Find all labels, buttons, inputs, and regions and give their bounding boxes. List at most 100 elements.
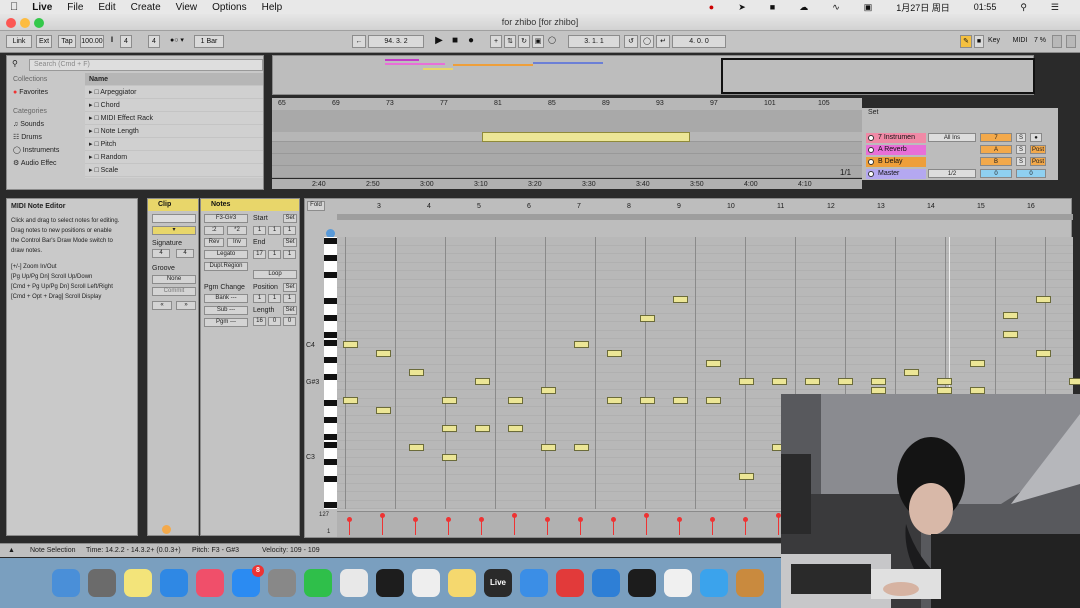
list-item[interactable]: ▸ □ Arpeggiator (85, 86, 263, 99)
track-lane[interactable] (272, 156, 862, 166)
midi-note[interactable] (475, 425, 490, 432)
metronome-icon[interactable]: ●○ ▾ (166, 35, 188, 48)
velocity-marker[interactable] (413, 517, 418, 535)
clock-text[interactable]: 01:55 (974, 2, 997, 12)
loop-start-field[interactable]: 3. 1. 1 (568, 35, 620, 48)
midi-note[interactable] (805, 378, 820, 385)
velocity-handle[interactable] (347, 517, 352, 522)
settings-icon[interactable] (268, 569, 296, 597)
velocity-marker[interactable] (743, 517, 748, 535)
duplicate-region-button[interactable]: Dupl.Region (204, 262, 248, 271)
baidu-icon[interactable] (592, 569, 620, 597)
arrangement-overview[interactable] (272, 55, 1035, 95)
menu-edit[interactable]: Edit (98, 2, 115, 13)
midi-note[interactable] (706, 397, 721, 404)
track-master[interactable]: Master 1/2 0 0 (862, 168, 1058, 179)
record-icon[interactable]: ● (464, 35, 478, 48)
track-title[interactable]: A Reverb (866, 145, 926, 155)
live-icon[interactable]: Live (484, 569, 512, 597)
capture-icon[interactable]: ▣ (532, 35, 544, 48)
reverse-button[interactable]: Rev (204, 238, 224, 247)
track-lane[interactable] (272, 144, 862, 154)
black-key[interactable] (324, 442, 337, 448)
position-sixteenth[interactable]: 1 (283, 294, 296, 303)
black-key[interactable] (324, 331, 337, 338)
list-item[interactable]: ▸ □ Pitch (85, 138, 263, 151)
midi-note[interactable] (772, 378, 787, 385)
menu-options[interactable]: Options (212, 2, 246, 13)
solo-button[interactable]: S (1016, 157, 1026, 166)
start-sixteenth[interactable]: 1 (283, 226, 296, 235)
velocity-marker[interactable] (677, 517, 682, 535)
follow-icon[interactable]: ← (352, 35, 366, 48)
black-key[interactable] (324, 297, 337, 304)
midi-note[interactable] (904, 369, 919, 376)
status-app-icon[interactable]: ● (709, 2, 714, 12)
midi-clip[interactable] (482, 132, 690, 142)
qq-icon[interactable] (376, 569, 404, 597)
search-icon[interactable]: ⚲ (12, 59, 24, 71)
black-key[interactable] (324, 238, 337, 244)
velocity-handle[interactable] (413, 517, 418, 522)
name-column-header[interactable]: Name (85, 73, 263, 86)
bird-icon[interactable] (520, 569, 548, 597)
groove-select[interactable]: None (152, 275, 196, 284)
black-key[interactable] (324, 459, 337, 465)
midi-note[interactable] (838, 378, 853, 385)
return-letter[interactable]: B (980, 157, 1012, 166)
stop-icon[interactable]: ■ (770, 2, 775, 12)
midi-note[interactable] (1003, 331, 1018, 338)
velocity-handle[interactable] (512, 513, 517, 518)
velocity-handle[interactable] (578, 517, 583, 522)
velocity-marker[interactable] (611, 517, 616, 535)
black-key[interactable] (324, 255, 337, 261)
clip-sig-den[interactable]: 4 (176, 249, 194, 258)
apple-icon[interactable]:  (10, 1, 18, 13)
velocity-marker[interactable] (479, 517, 484, 535)
midi-note[interactable] (937, 378, 952, 385)
menu-view[interactable]: View (176, 2, 198, 13)
black-key[interactable] (324, 416, 337, 423)
solo-button[interactable]: S (1016, 145, 1026, 154)
midi-note[interactable] (343, 397, 358, 404)
track-7-instrument[interactable]: 7 Instrumen All Ins 7 S ● (862, 132, 1058, 143)
legato-button[interactable]: Legato (204, 250, 248, 259)
midi-note[interactable] (475, 378, 490, 385)
midi-note[interactable] (508, 397, 523, 404)
appstore-icon[interactable]: 8 (232, 565, 264, 597)
track-activator-icon[interactable] (868, 135, 874, 141)
black-key[interactable] (324, 314, 337, 321)
finder-icon[interactable] (52, 569, 80, 597)
tap-button[interactable]: Tap (58, 35, 76, 48)
session-icon[interactable]: ◯ (546, 35, 558, 48)
note-range[interactable]: F3-G#3 (204, 214, 248, 223)
piano-keyboard[interactable] (324, 237, 337, 509)
menu-create[interactable]: Create (131, 2, 161, 13)
black-key[interactable] (324, 399, 337, 406)
multiply-2-button[interactable]: *2 (227, 226, 247, 235)
menu-help[interactable]: Help (262, 2, 283, 13)
overdub-icon[interactable]: + (490, 35, 502, 48)
key-map-button[interactable]: Key (986, 35, 1002, 48)
midi-note[interactable] (409, 369, 424, 376)
track-a-reverb[interactable]: A Reverb A S Post (862, 144, 1058, 155)
end-set-button[interactable]: Set (283, 238, 297, 247)
velocity-marker[interactable] (578, 517, 583, 535)
key-map-icon[interactable]: ■ (974, 35, 984, 48)
browser-search-input[interactable]: Search (Cmd + F) (29, 59, 263, 71)
wechat-icon[interactable] (304, 569, 332, 597)
quantize-menu[interactable]: 1 Bar (194, 35, 224, 48)
piano-roll-ruler[interactable]: 3 4 5 6 7 8 9 10 11 12 13 14 15 16 (337, 202, 1073, 212)
list-item[interactable]: ▸ □ Chord (85, 99, 263, 112)
midi-note[interactable] (376, 350, 391, 357)
loop-brace[interactable] (337, 214, 1073, 220)
black-key[interactable] (324, 272, 337, 278)
midi-note[interactable] (937, 387, 952, 394)
program-field[interactable]: Pgm --- (204, 318, 248, 327)
velocity-marker[interactable] (380, 513, 385, 535)
invert-button[interactable]: Inv (227, 238, 247, 247)
velocity-marker[interactable] (776, 513, 781, 535)
divide-2-button[interactable]: :2 (204, 226, 224, 235)
track-title[interactable]: Master (866, 169, 926, 179)
velocity-handle[interactable] (743, 517, 748, 522)
